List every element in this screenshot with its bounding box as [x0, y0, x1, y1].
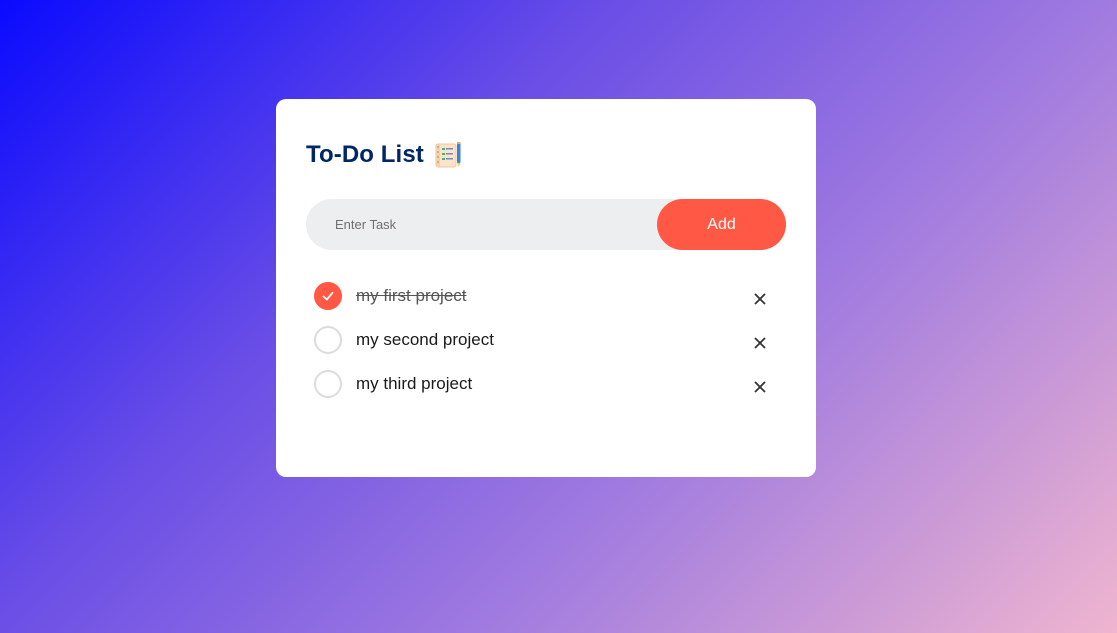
page-title: To-Do List — [306, 141, 424, 168]
list-item[interactable]: my first project — [306, 282, 786, 326]
todo-card: To-Do List Add — [276, 99, 816, 477]
close-icon[interactable] — [748, 329, 772, 357]
close-icon[interactable] — [748, 373, 772, 401]
header: To-Do List — [306, 141, 786, 169]
task-text: my second project — [356, 330, 494, 349]
task-list: my first project my second project my th… — [306, 282, 786, 414]
task-text: my third project — [356, 374, 473, 393]
check-icon — [322, 291, 334, 301]
task-input[interactable] — [306, 199, 657, 250]
task-text: my first project — [356, 286, 467, 305]
notepad-checklist-icon — [434, 141, 464, 169]
close-icon[interactable] — [748, 285, 772, 313]
add-task-row: Add — [306, 199, 786, 250]
checkbox-unchecked[interactable] — [314, 326, 342, 354]
checkbox-unchecked[interactable] — [314, 370, 342, 398]
list-item[interactable]: my third project — [306, 370, 786, 414]
add-button[interactable]: Add — [657, 199, 786, 250]
checkbox-checked[interactable] — [314, 282, 342, 310]
list-item[interactable]: my second project — [306, 326, 786, 370]
